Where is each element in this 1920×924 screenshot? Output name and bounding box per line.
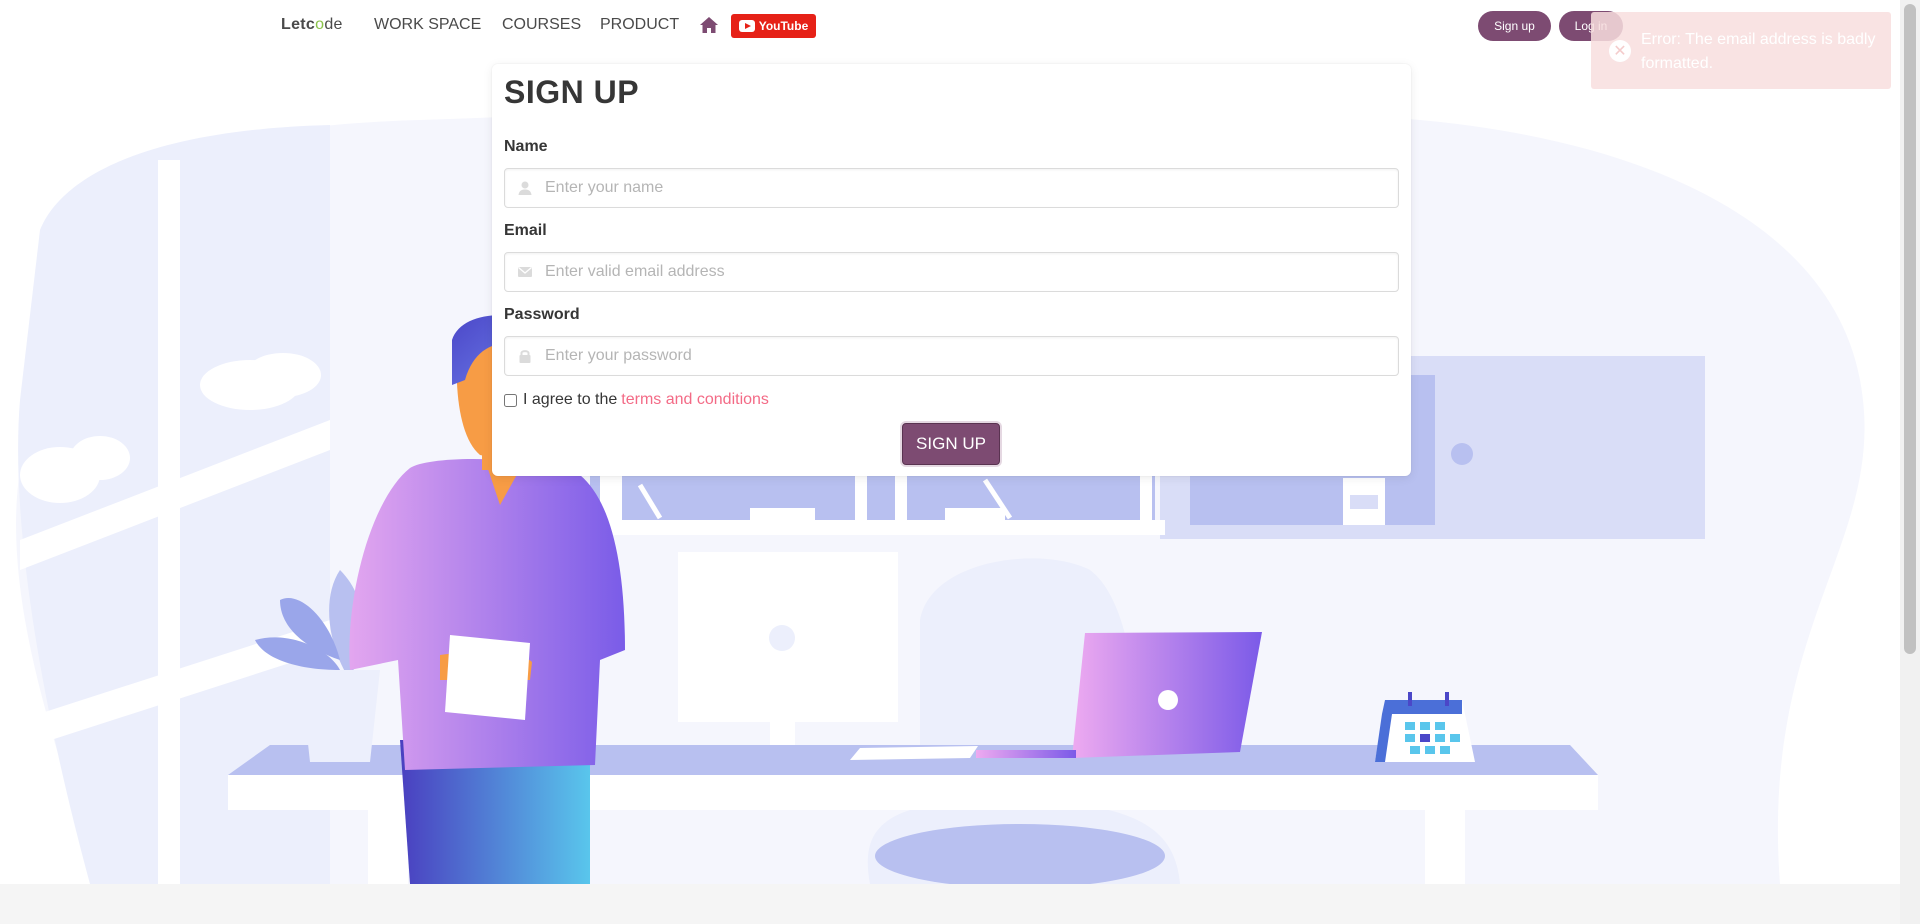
toast-message: Error: The email address is badly format… bbox=[1641, 31, 1876, 72]
error-toast[interactable]: ✕ Error: The email address is badly form… bbox=[1591, 12, 1891, 89]
email-label: Email bbox=[504, 222, 547, 239]
envelope-icon bbox=[518, 267, 532, 277]
footer-strip bbox=[0, 884, 1900, 924]
signup-nav-button[interactable]: Sign up bbox=[1478, 11, 1551, 41]
terms-row: I agree to the terms and conditions bbox=[504, 391, 769, 409]
nav-link-workspace[interactable]: WORK SPACE bbox=[374, 16, 481, 34]
youtube-label: YouTube bbox=[758, 19, 809, 33]
vertical-scrollbar[interactable] bbox=[1900, 0, 1920, 924]
terms-prefix: I agree to the bbox=[523, 391, 618, 408]
close-circle-icon[interactable]: ✕ bbox=[1609, 40, 1631, 62]
letcode-logo[interactable]: Letcode bbox=[281, 16, 343, 34]
logo-text-end: de bbox=[324, 16, 343, 33]
logo-text-start: Letc bbox=[281, 16, 316, 33]
password-field bbox=[504, 336, 1399, 376]
logo-text-o: o bbox=[315, 16, 325, 33]
password-label: Password bbox=[504, 306, 580, 323]
password-input[interactable] bbox=[545, 337, 1385, 375]
terms-link[interactable]: terms and conditions bbox=[621, 391, 769, 409]
name-label: Name bbox=[504, 138, 548, 155]
name-input[interactable] bbox=[545, 169, 1385, 207]
youtube-button[interactable]: YouTube bbox=[731, 14, 816, 38]
signup-submit-button[interactable]: SIGN UP bbox=[902, 423, 1000, 465]
email-field bbox=[504, 252, 1399, 292]
home-icon[interactable] bbox=[699, 16, 719, 34]
page-title: SIGN UP bbox=[504, 74, 640, 110]
terms-checkbox[interactable] bbox=[504, 393, 517, 407]
signup-card: SIGN UP Name Email Password I agree to t… bbox=[492, 64, 1411, 476]
email-input[interactable] bbox=[545, 253, 1385, 291]
name-field bbox=[504, 168, 1399, 208]
nav-link-product[interactable]: PRODUCT bbox=[600, 16, 679, 34]
scrollbar-thumb[interactable] bbox=[1904, 4, 1916, 654]
lock-icon bbox=[519, 350, 531, 363]
nav-link-courses[interactable]: COURSES bbox=[502, 16, 581, 34]
youtube-play-icon bbox=[738, 20, 755, 32]
user-icon bbox=[518, 181, 532, 195]
